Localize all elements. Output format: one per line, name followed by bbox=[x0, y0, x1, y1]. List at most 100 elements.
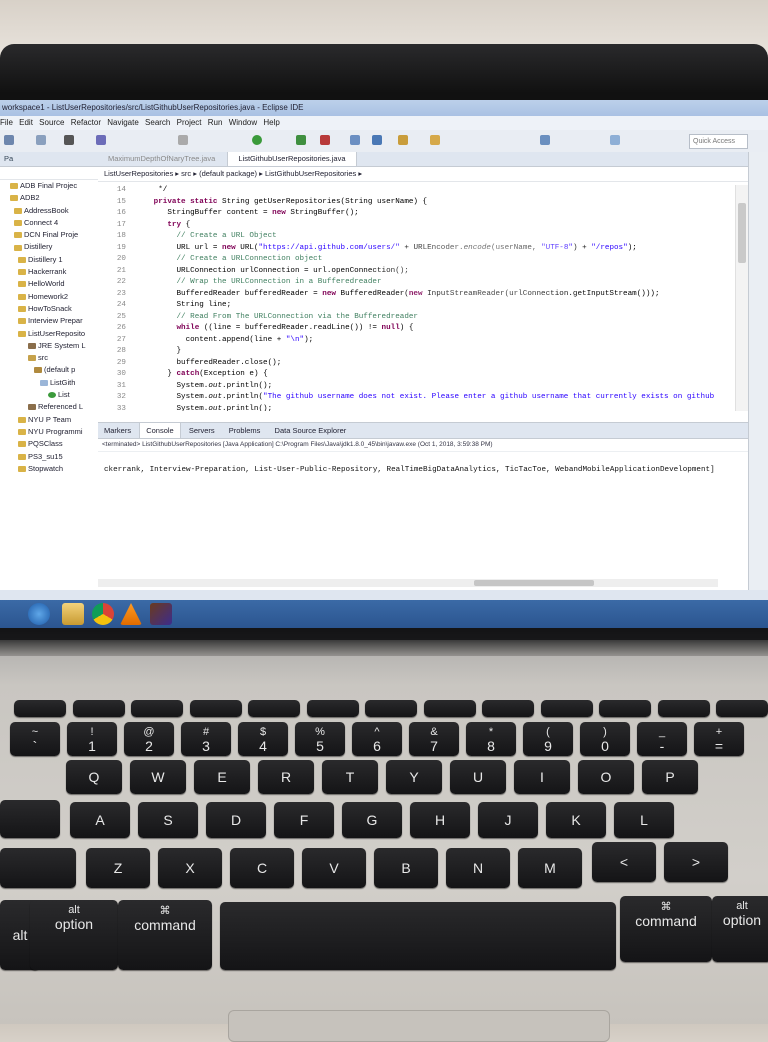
key-f7[interactable] bbox=[423, 700, 476, 717]
key-12[interactable]: + = bbox=[694, 722, 744, 756]
key-m[interactable]: M bbox=[518, 848, 582, 888]
key-f12[interactable] bbox=[716, 700, 768, 717]
key-f2[interactable] bbox=[131, 700, 183, 717]
breadcrumb-src[interactable]: src bbox=[181, 169, 191, 178]
tree-item[interactable]: List bbox=[0, 389, 98, 401]
tree-item[interactable]: DCN Final Proje bbox=[0, 229, 98, 241]
debug-icon[interactable] bbox=[96, 135, 106, 145]
tree-item[interactable]: ListUserReposito bbox=[0, 328, 98, 340]
tree-item[interactable]: Homework2 bbox=[0, 291, 98, 303]
key-0[interactable]: ~ ` bbox=[10, 722, 60, 756]
tree-item[interactable]: NYU Programmi bbox=[0, 426, 98, 438]
key-2[interactable]: @2 bbox=[124, 722, 174, 756]
tree-item[interactable]: Connect 4 bbox=[0, 217, 98, 229]
console-output[interactable]: ckerrank, Interview-Preparation, List-Us… bbox=[98, 452, 748, 474]
toggle-icon[interactable] bbox=[178, 135, 188, 145]
key-5[interactable]: % 5 bbox=[295, 722, 345, 756]
key-k[interactable]: K bbox=[546, 802, 606, 838]
key-f6[interactable] bbox=[365, 700, 417, 717]
trackpad[interactable] bbox=[228, 1010, 610, 1042]
code-area[interactable]: 14 */15 private static String getUserRep… bbox=[98, 185, 738, 411]
menu-file[interactable]: File bbox=[0, 118, 13, 127]
key-q[interactable]: Q bbox=[66, 760, 122, 794]
key-f[interactable]: F bbox=[274, 802, 334, 838]
key-caps[interactable] bbox=[0, 800, 60, 838]
quick-access-input[interactable]: Quick Access bbox=[689, 134, 748, 149]
key-r[interactable]: R bbox=[258, 760, 314, 794]
key-option-right[interactable]: alt option bbox=[712, 896, 768, 962]
key-j[interactable]: J bbox=[478, 802, 538, 838]
eclipse-icon[interactable] bbox=[150, 603, 172, 625]
key-f9[interactable] bbox=[540, 700, 593, 717]
tab-console[interactable]: Console bbox=[139, 423, 181, 438]
open-task-icon[interactable] bbox=[398, 135, 408, 145]
key-11[interactable]: _ - bbox=[637, 722, 687, 756]
key-shift-left[interactable] bbox=[0, 848, 76, 888]
file-explorer-icon[interactable] bbox=[62, 603, 84, 625]
key-h[interactable]: H bbox=[410, 802, 470, 838]
key-command-left[interactable]: ⌘ command bbox=[118, 900, 212, 970]
scroll-thumb[interactable] bbox=[738, 203, 746, 263]
key-p[interactable]: P bbox=[642, 760, 698, 794]
breadcrumb-project[interactable]: ListUserRepositories bbox=[104, 169, 173, 178]
perspective-icon[interactable] bbox=[540, 135, 550, 145]
key-f4[interactable] bbox=[248, 700, 300, 717]
save-icon[interactable] bbox=[36, 135, 46, 145]
tree-item[interactable]: PQSClass bbox=[0, 438, 98, 450]
key-10[interactable]: ) 0 bbox=[580, 722, 630, 756]
chrome-icon[interactable] bbox=[92, 603, 114, 625]
key-v[interactable]: V bbox=[302, 848, 366, 888]
key-w[interactable]: W bbox=[130, 760, 186, 794]
editor-scrollbar[interactable] bbox=[735, 185, 748, 411]
tree-item[interactable]: ADB2 bbox=[0, 192, 98, 204]
key-option-left[interactable]: alt option bbox=[30, 900, 118, 970]
key-n[interactable]: N bbox=[446, 848, 510, 888]
tree-item[interactable]: HelloWorld bbox=[0, 278, 98, 290]
key-g[interactable]: G bbox=[342, 802, 402, 838]
tree-item[interactable]: AddressBook bbox=[0, 205, 98, 217]
key-esc[interactable] bbox=[14, 700, 66, 717]
key-x[interactable]: X bbox=[158, 848, 222, 888]
tree-item[interactable]: Stopwatch bbox=[0, 463, 98, 475]
stop-icon[interactable] bbox=[320, 135, 330, 145]
start-button-icon[interactable] bbox=[28, 603, 50, 625]
tree-item[interactable]: (default p bbox=[0, 364, 98, 376]
menu-source[interactable]: Source bbox=[39, 118, 64, 127]
run-icon[interactable] bbox=[252, 135, 262, 145]
breadcrumb-class[interactable]: ListGithubUserRepositories bbox=[265, 169, 356, 178]
tab-problems[interactable]: Problems bbox=[223, 423, 267, 438]
key-f5[interactable] bbox=[306, 700, 359, 717]
key-d[interactable]: D bbox=[206, 802, 266, 838]
key-8[interactable]: * 8 bbox=[466, 722, 516, 756]
menu-navigate[interactable]: Navigate bbox=[107, 118, 139, 127]
key-6[interactable]: ^ 6 bbox=[352, 722, 402, 756]
menu-run[interactable]: Run bbox=[208, 118, 223, 127]
key-a[interactable]: A bbox=[70, 802, 130, 838]
search-icon[interactable] bbox=[430, 135, 440, 145]
key-z[interactable]: Z bbox=[86, 848, 150, 888]
key-s[interactable]: S bbox=[138, 802, 198, 838]
tree-item[interactable]: ADB Final Projec bbox=[0, 180, 98, 192]
key-l[interactable]: L bbox=[614, 802, 674, 838]
key-f10[interactable] bbox=[599, 700, 651, 717]
tree-item[interactable]: src bbox=[0, 352, 98, 364]
tab-data-source-explorer[interactable]: Data Source Explorer bbox=[269, 423, 353, 438]
key-f8[interactable] bbox=[482, 700, 534, 717]
console-scrollbar[interactable] bbox=[98, 579, 718, 587]
key-b[interactable]: B bbox=[374, 848, 438, 888]
key-4[interactable]: $4 bbox=[238, 722, 288, 756]
new-class-icon[interactable] bbox=[350, 135, 360, 145]
tab-servers[interactable]: Servers bbox=[183, 423, 221, 438]
key-f1[interactable] bbox=[72, 700, 125, 717]
tree-item[interactable]: Interview Prepar bbox=[0, 315, 98, 327]
tree-item[interactable]: PS3_su15 bbox=[0, 451, 98, 463]
package-explorer-tab[interactable]: Pa bbox=[0, 152, 98, 167]
tab-maximum-depth[interactable]: MaximumDepthOfNaryTree.java bbox=[98, 152, 225, 166]
menu-search[interactable]: Search bbox=[145, 118, 170, 127]
breadcrumb-package[interactable]: (default package) bbox=[199, 169, 257, 178]
key-u[interactable]: U bbox=[450, 760, 506, 794]
tree-item[interactable]: Referenced L bbox=[0, 401, 98, 413]
key-o[interactable]: O bbox=[578, 760, 634, 794]
key-command-right[interactable]: ⌘ command bbox=[620, 896, 712, 962]
key-i[interactable]: I bbox=[514, 760, 570, 794]
